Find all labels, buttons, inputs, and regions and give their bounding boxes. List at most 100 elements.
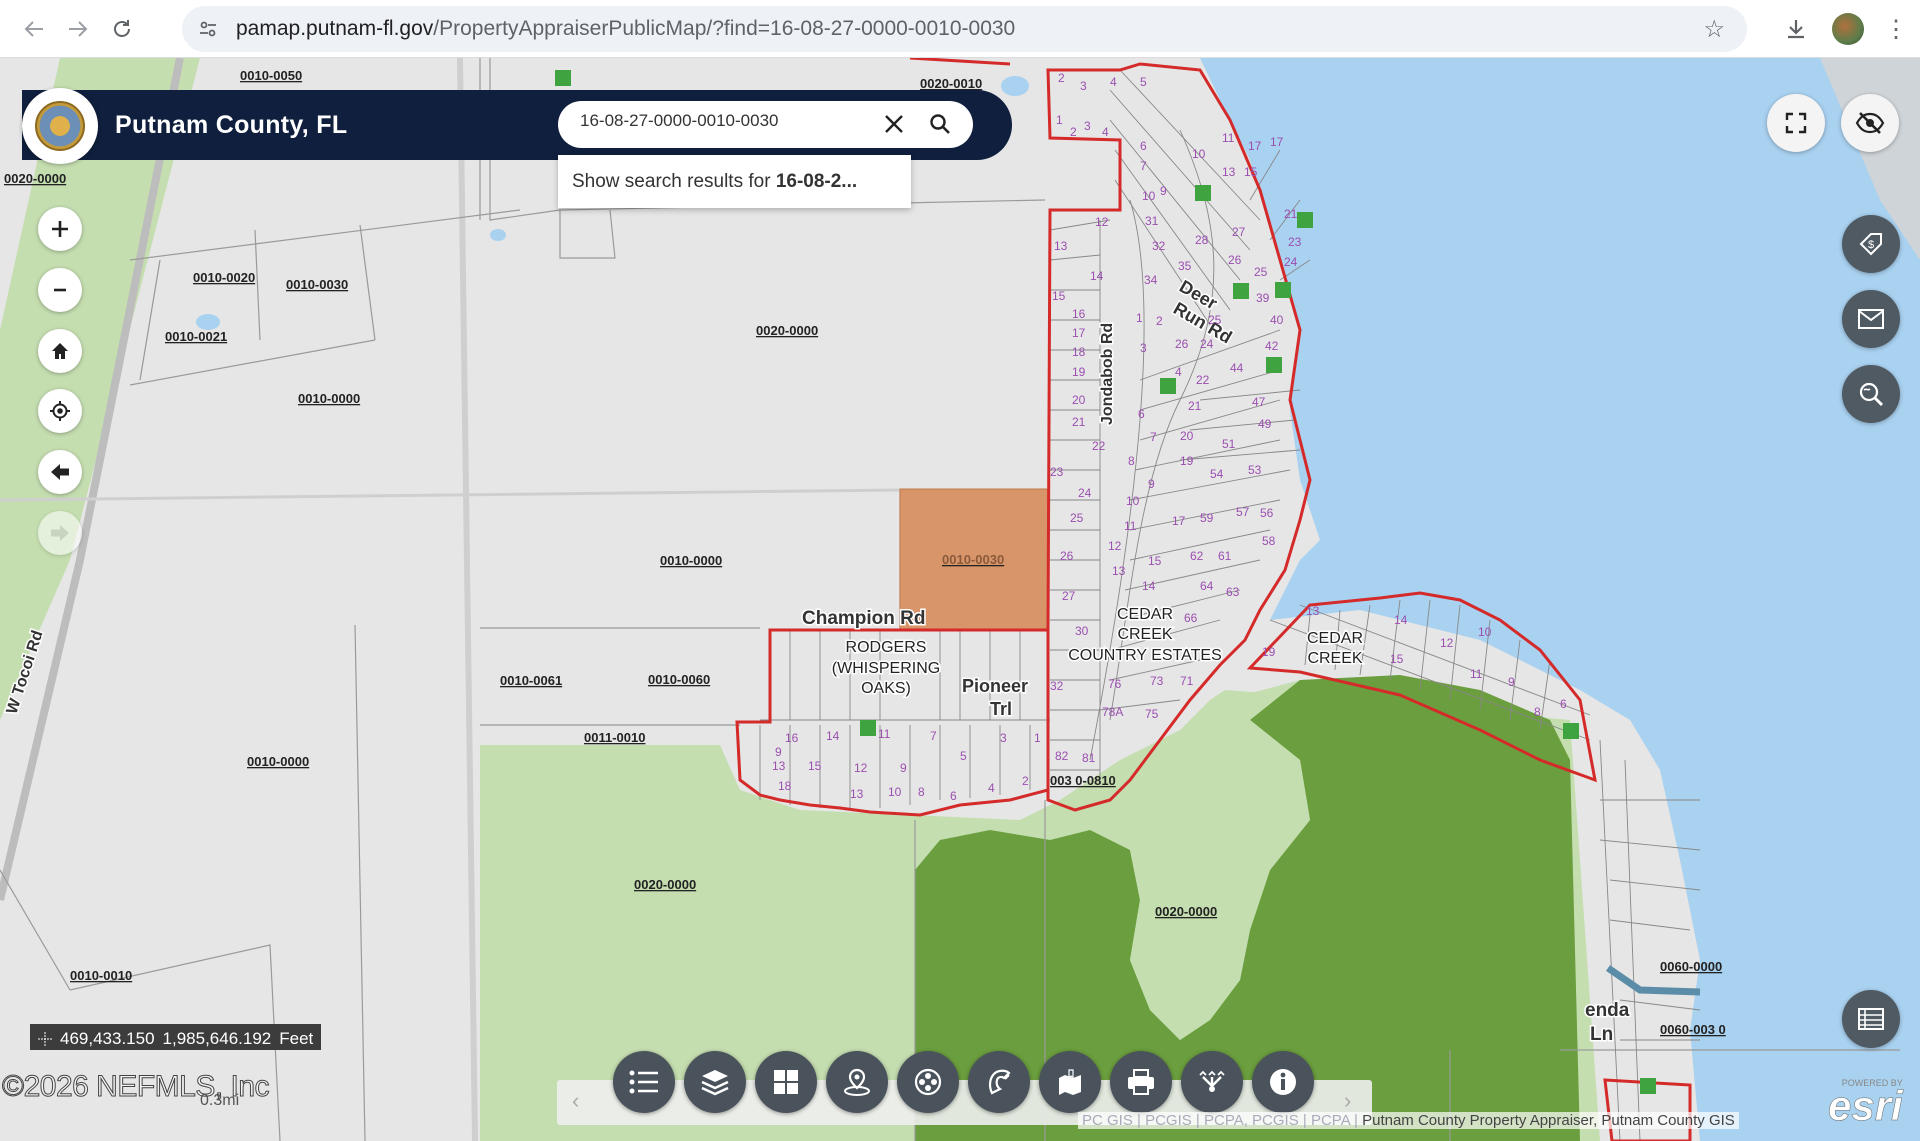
measure-tool-button[interactable]: [968, 1051, 1030, 1113]
zoom-out-button[interactable]: [38, 268, 82, 312]
site-info-icon[interactable]: [192, 13, 224, 45]
svg-text:11: 11: [878, 727, 891, 741]
svg-text:56: 56: [1260, 506, 1274, 520]
url-path: /PropertyAppraiserPublicMap/?find=16-08-…: [433, 17, 1016, 40]
search-suggestion[interactable]: Show search results for 16-08-2...: [558, 155, 911, 208]
svg-text:17: 17: [1172, 514, 1186, 528]
home-button[interactable]: [38, 329, 82, 373]
toggle-visibility-button[interactable]: [1841, 94, 1899, 152]
svg-text:14: 14: [826, 729, 840, 743]
svg-text:27: 27: [1062, 589, 1076, 603]
toolbar-scroll-right-icon[interactable]: ›: [1344, 1088, 1351, 1114]
profile-avatar[interactable]: [1832, 13, 1864, 45]
legend-button[interactable]: [613, 1051, 675, 1113]
scale-bar-label: 0.3mi: [200, 1092, 240, 1109]
toolbar-scroll-left-icon[interactable]: ‹: [572, 1088, 579, 1114]
fullscreen-button[interactable]: [1767, 94, 1825, 152]
search-input[interactable]: [580, 111, 880, 131]
sales-tool-button[interactable]: $: [1842, 215, 1900, 273]
info-button[interactable]: [1252, 1051, 1314, 1113]
address-bar[interactable]: pamap.putnam-fl.gov/PropertyAppraiserPub…: [182, 6, 1747, 52]
ruler-icon: [988, 1069, 1011, 1095]
zoom-in-button[interactable]: [38, 207, 82, 251]
search-button[interactable]: [924, 108, 956, 140]
attribution-text: Putnam County Property Appraiser, Putnam…: [1362, 1112, 1735, 1129]
svg-text:32: 32: [1152, 239, 1166, 253]
next-extent-button[interactable]: [38, 511, 82, 555]
svg-text:31: 31: [1145, 214, 1159, 228]
svg-text:76: 76: [1108, 677, 1122, 691]
list-icon: [629, 1070, 658, 1094]
svg-text:11: 11: [1124, 519, 1137, 533]
back-button[interactable]: [14, 9, 54, 49]
search-tools-button[interactable]: [1842, 365, 1900, 423]
svg-text:8: 8: [918, 785, 925, 799]
svg-text:9: 9: [775, 745, 782, 759]
svg-text:4: 4: [988, 781, 995, 795]
svg-text:20: 20: [1072, 393, 1086, 407]
url-domain: pamap.putnam-fl.gov: [236, 17, 434, 40]
close-icon: [885, 115, 903, 133]
svg-text:51: 51: [1222, 437, 1236, 451]
svg-text:$: $: [1868, 239, 1874, 251]
email-button[interactable]: [1842, 290, 1900, 348]
coordinate-readout: 469,433.150 1,985,646.192 Feet: [30, 1024, 322, 1050]
download-icon[interactable]: [1780, 13, 1812, 45]
attribute-table-button[interactable]: [1842, 990, 1900, 1048]
suggestion-query: 16-08-2...: [775, 171, 858, 192]
svg-text:15: 15: [808, 759, 822, 773]
previous-extent-button[interactable]: [38, 450, 82, 494]
reload-icon: [114, 19, 130, 37]
svg-text:6: 6: [1138, 407, 1145, 421]
mail-icon: [1858, 309, 1884, 329]
svg-text:13: 13: [1054, 239, 1068, 253]
map-attribution: PC GIS | PCGIS | PCPA, PCGIS | PCPA | Pu…: [1078, 1112, 1739, 1129]
svg-text:57: 57: [1236, 505, 1250, 519]
road-vertical: [457, 58, 478, 1141]
clear-search-button[interactable]: [878, 108, 910, 140]
svg-text:12: 12: [1440, 636, 1454, 650]
svg-text:25: 25: [1070, 511, 1084, 525]
locate-button[interactable]: [38, 389, 82, 433]
esri-logo[interactable]: POWERED BY esri: [1828, 1078, 1903, 1127]
share-button[interactable]: [1181, 1051, 1243, 1113]
svg-text:4: 4: [1175, 365, 1182, 379]
svg-text:34: 34: [1144, 273, 1158, 287]
svg-text:15: 15: [1244, 165, 1258, 179]
arrow-right-icon: [69, 20, 88, 37]
print-button[interactable]: [1110, 1051, 1172, 1113]
svg-text:19: 19: [1180, 454, 1194, 468]
svg-text:23: 23: [1050, 465, 1064, 479]
search-box[interactable]: [558, 101, 973, 148]
svg-text:6: 6: [1140, 139, 1147, 153]
bookmark-star-icon[interactable]: ☆: [1703, 15, 1725, 44]
svg-text:7: 7: [1150, 430, 1157, 444]
reload-button[interactable]: [102, 9, 142, 49]
layers-button[interactable]: [684, 1051, 746, 1113]
svg-text:7: 7: [1140, 159, 1147, 173]
fullscreen-icon: [1785, 112, 1807, 134]
svg-text:18: 18: [1072, 345, 1086, 359]
svg-text:1: 1: [1136, 311, 1143, 325]
svg-text:78A: 78A: [1102, 705, 1123, 719]
svg-text:4: 4: [1102, 125, 1109, 139]
svg-text:12: 12: [854, 761, 868, 775]
basemap-gallery-button[interactable]: [755, 1051, 817, 1113]
county-seal-logo[interactable]: [22, 88, 98, 164]
browser-menu-icon[interactable]: ⋮: [1884, 15, 1908, 44]
svg-text:13: 13: [850, 787, 864, 801]
bookmark-tool-button[interactable]: [1039, 1051, 1101, 1113]
road-label: Jondabob Rd: [1099, 323, 1116, 425]
film-reel-icon: [914, 1068, 942, 1096]
location-tool-button[interactable]: [826, 1051, 888, 1113]
locate-icon: [50, 401, 70, 421]
svg-text:11: 11: [1470, 667, 1483, 681]
svg-text:13: 13: [772, 759, 786, 773]
forward-button[interactable]: [58, 9, 98, 49]
map-search-icon: [1859, 382, 1884, 407]
parcel-tool-button[interactable]: [897, 1051, 959, 1113]
svg-text:2: 2: [1070, 125, 1077, 139]
svg-text:10: 10: [1478, 625, 1492, 639]
map-view[interactable]: 0010-0050 0020-0010 0020-0000 0010-0020 …: [0, 58, 1920, 1141]
svg-text:5: 5: [960, 749, 967, 763]
